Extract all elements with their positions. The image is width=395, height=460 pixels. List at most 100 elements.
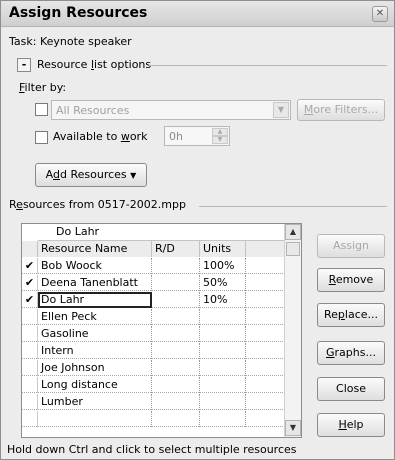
row-rd[interactable] <box>152 326 200 342</box>
row-rd[interactable] <box>152 275 200 291</box>
filter-by-label: Filter by: <box>19 81 67 94</box>
assign-resources-dialog: Assign Resources ✕ Task: Keynote speaker… <box>0 0 395 460</box>
row-units[interactable]: 100% <box>200 258 246 274</box>
filter-dropdown[interactable]: All Resources ▼ <box>51 100 291 120</box>
table-row[interactable] <box>22 411 285 427</box>
row-extra[interactable] <box>246 394 285 410</box>
row-check-mark <box>22 309 38 325</box>
table-row[interactable]: Gasoline <box>22 326 285 342</box>
row-extra[interactable] <box>246 377 285 393</box>
scroll-down-icon[interactable]: ▼ <box>285 420 301 436</box>
filter-value: All Resources <box>56 104 130 117</box>
row-rd[interactable] <box>152 309 200 325</box>
header-units[interactable]: Units <box>200 241 246 257</box>
close-icon[interactable]: ✕ <box>372 6 388 22</box>
resources-from-label: Resources from 0517-2002.mpp <box>9 198 186 211</box>
available-hours-value: 0h <box>169 130 183 143</box>
grid-scrollbar[interactable]: ▲ ▼ <box>284 224 301 437</box>
row-extra[interactable] <box>246 360 285 376</box>
available-to-work-checkbox[interactable] <box>35 131 48 144</box>
row-extra[interactable] <box>246 411 285 427</box>
row-rd[interactable] <box>152 411 200 427</box>
row-resource-name[interactable]: Bob Woock <box>38 258 152 274</box>
row-resource-name[interactable]: Intern <box>38 343 152 359</box>
table-row[interactable]: Lumber <box>22 394 285 410</box>
row-resource-name[interactable]: Long distance <box>38 377 152 393</box>
row-rd[interactable] <box>152 377 200 393</box>
resource-list-options-label: Resource list options <box>37 58 152 71</box>
table-row[interactable]: Joe Johnson <box>22 360 285 376</box>
row-units[interactable]: 10% <box>200 292 246 308</box>
row-check-mark <box>22 377 38 393</box>
row-extra[interactable] <box>246 258 285 274</box>
header-check-column <box>22 241 38 257</box>
row-units[interactable]: 50% <box>200 275 246 291</box>
row-check-mark <box>22 326 38 342</box>
row-rd[interactable] <box>152 394 200 410</box>
footer-hint: Hold down Ctrl and click to select multi… <box>7 443 297 456</box>
row-extra[interactable] <box>246 292 285 308</box>
chevron-down-icon: ▼ <box>273 102 289 118</box>
spin-up-icon[interactable]: ▲ <box>212 128 228 136</box>
row-check-mark <box>22 411 38 427</box>
available-hours-input[interactable]: 0h ▲ ▼ <box>164 126 230 146</box>
row-rd[interactable] <box>152 360 200 376</box>
dialog-title: Assign Resources <box>9 5 148 21</box>
row-extra[interactable] <box>246 326 285 342</box>
row-resource-name[interactable]: Gasoline <box>38 326 152 342</box>
row-extra[interactable] <box>246 275 285 291</box>
row-units[interactable] <box>200 411 246 427</box>
row-resource-name[interactable] <box>38 411 152 427</box>
row-check-mark: ✔ <box>22 292 38 308</box>
scroll-thumb[interactable] <box>286 242 300 256</box>
resource-grid[interactable]: Do Lahr Resource Name R/D Units ✔ Bob Woo… <box>21 223 302 438</box>
table-row[interactable]: ✔ Bob Woock 100% <box>22 258 285 274</box>
table-row[interactable]: ✔ Deena Tanenblatt 50% <box>22 275 285 291</box>
more-filters-button[interactable]: More Filters... <box>297 99 385 121</box>
table-row[interactable]: Ellen Peck <box>22 309 285 325</box>
assign-button[interactable]: Assign <box>317 234 385 258</box>
table-row[interactable]: Intern <box>22 343 285 359</box>
row-check-mark <box>22 394 38 410</box>
row-check-mark: ✔ <box>22 275 38 291</box>
remove-button[interactable]: Remove <box>317 268 385 292</box>
resources-divider <box>199 206 387 207</box>
header-rd[interactable]: R/D <box>152 241 200 257</box>
row-resource-name[interactable]: Do Lahr <box>38 292 152 308</box>
header-extra <box>246 241 285 257</box>
collapse-options-button[interactable]: - <box>17 58 31 72</box>
row-check-mark: ✔ <box>22 258 38 274</box>
table-row[interactable]: Long distance <box>22 377 285 393</box>
close-button[interactable]: Close <box>317 377 385 401</box>
spin-down-icon[interactable]: ▼ <box>212 136 228 144</box>
available-to-work-label: Available to work <box>53 130 148 143</box>
row-units[interactable] <box>200 309 246 325</box>
dropdown-arrow-icon: ▼ <box>130 171 137 180</box>
row-units[interactable] <box>200 343 246 359</box>
row-units[interactable] <box>200 360 246 376</box>
grid-edit-box[interactable]: Do Lahr <box>38 224 284 241</box>
graphs-button[interactable]: Graphs... <box>317 341 385 365</box>
add-resources-button[interactable]: Add Resources ▼ <box>35 163 147 187</box>
row-resource-name[interactable]: Ellen Peck <box>38 309 152 325</box>
help-button[interactable]: Help <box>317 413 385 437</box>
row-units[interactable] <box>200 326 246 342</box>
row-rd[interactable] <box>152 258 200 274</box>
row-rd[interactable] <box>152 292 200 308</box>
table-row[interactable]: ✔ Do Lahr 10% <box>22 292 285 308</box>
row-resource-name[interactable]: Deena Tanenblatt <box>38 275 152 291</box>
replace-button[interactable]: Replace... <box>317 303 385 327</box>
row-resource-name[interactable]: Joe Johnson <box>38 360 152 376</box>
scroll-up-icon[interactable]: ▲ <box>285 224 301 240</box>
row-resource-name[interactable]: Lumber <box>38 394 152 410</box>
row-extra[interactable] <box>246 309 285 325</box>
row-rd[interactable] <box>152 343 200 359</box>
header-resource-name[interactable]: Resource Name <box>38 241 152 257</box>
options-divider <box>149 65 387 66</box>
row-check-mark <box>22 360 38 376</box>
row-units[interactable] <box>200 394 246 410</box>
row-units[interactable] <box>200 377 246 393</box>
grid-header-row: Resource Name R/D Units <box>22 241 285 257</box>
filter-checkbox[interactable] <box>35 103 48 116</box>
row-extra[interactable] <box>246 343 285 359</box>
